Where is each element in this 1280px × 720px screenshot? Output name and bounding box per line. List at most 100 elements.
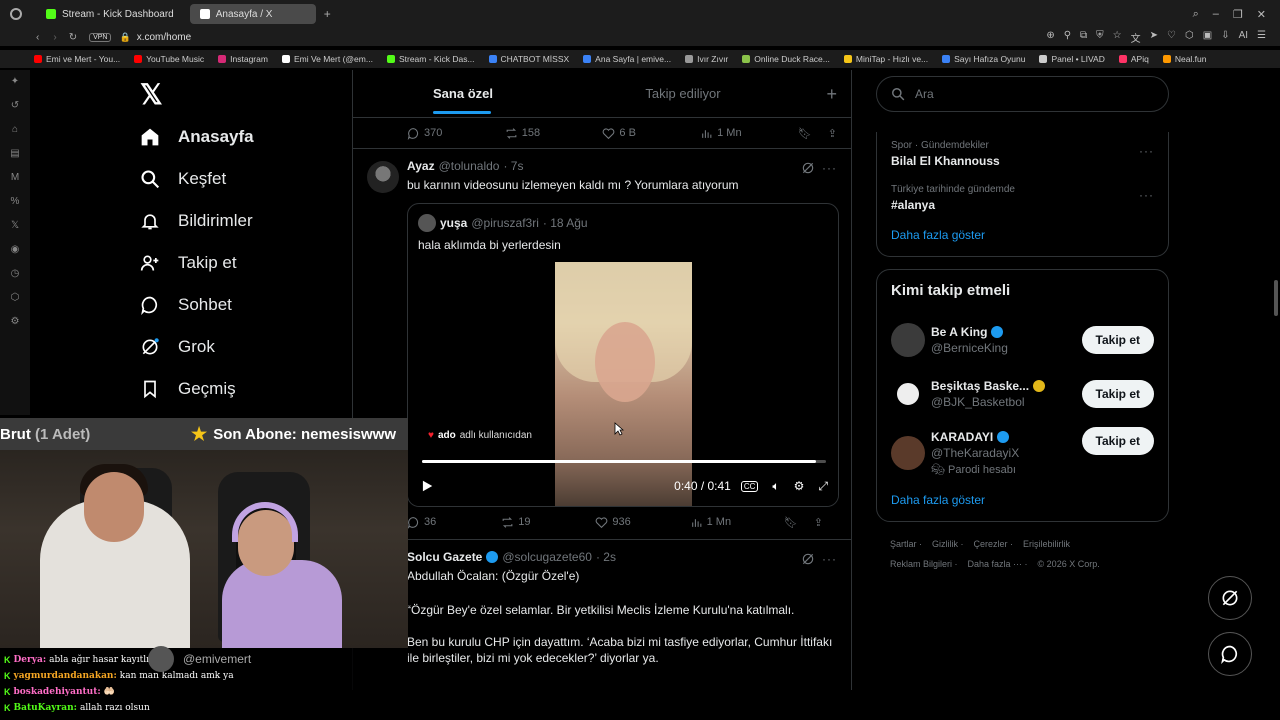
volume-icon[interactable]: 🔈︎ (772, 479, 779, 494)
translate-icon[interactable]: 文 (1131, 30, 1141, 45)
bookmark-icon[interactable]: 🔖︎ (798, 127, 812, 140)
tab-x-home[interactable]: Anasayfa / X (189, 4, 316, 24)
play-icon[interactable] (420, 479, 434, 493)
close-window-icon[interactable]: ✕ (1257, 8, 1266, 21)
bookmark-item[interactable]: MiniTap - Hızlı ve... (843, 54, 928, 64)
sidebar-x-icon[interactable]: 𝕏 (11, 220, 19, 231)
tweet-solcu-gazete[interactable]: Solcu Gazete @solcugazete60 · 2s ··· Abd… (353, 539, 851, 666)
more-icon[interactable]: ··· (822, 552, 837, 566)
tab-for-you[interactable]: Sana özel (353, 70, 573, 118)
views-button[interactable]: 1 Mn (690, 516, 784, 529)
fullscreen-icon[interactable]: ⤢ (818, 479, 828, 494)
bookmark-item[interactable]: Ana Sayfa | emive... (583, 54, 671, 64)
download-icon[interactable]: ⇩ (1221, 30, 1229, 45)
sidebar-clock-icon[interactable]: ◷ (11, 268, 20, 279)
avatar[interactable] (891, 377, 925, 411)
show-more-link[interactable]: Daha fazla göster (891, 220, 1154, 256)
nav-home[interactable]: Anasayfa (140, 116, 254, 158)
profile-icon[interactable]: ▣ (1203, 30, 1212, 45)
follow-button[interactable]: Takip et (1081, 326, 1154, 354)
bookmark-item[interactable]: Instagram (218, 54, 268, 64)
follow-suggestion[interactable]: Beşiktaş Baske... @BJK_Basketbol Takip e… (891, 367, 1154, 421)
show-more-link[interactable]: Daha fazla göster (891, 485, 1154, 521)
grok-icon[interactable] (801, 161, 815, 175)
reply-button[interactable]: 36 (407, 516, 501, 529)
nav-explore[interactable]: Keşfet (140, 158, 254, 200)
search-input[interactable]: Ara (876, 76, 1169, 112)
bookmark-star-icon[interactable]: ☆ (1113, 30, 1122, 45)
heart-icon[interactable]: ♡ (1167, 30, 1176, 45)
bookmark-icon[interactable]: 🔖︎ (784, 516, 798, 529)
bookmark-item[interactable]: CHATBOT MİSSX (488, 54, 569, 64)
x-logo-icon[interactable]: 𝕏 (140, 78, 254, 116)
browser-logo-icon[interactable] (10, 8, 22, 20)
bookmark-item[interactable]: Emi ve Mert - You... (34, 54, 120, 64)
footer-link[interactable]: Gizlilik · (932, 539, 964, 549)
footer-link[interactable]: Şartlar · (890, 539, 922, 549)
reply-button[interactable]: 370 (407, 127, 505, 140)
bookmark-item[interactable]: Online Duck Race... (742, 54, 830, 64)
follow-button[interactable]: Takip et (1081, 427, 1154, 455)
nav-grok[interactable]: Grok (140, 326, 254, 368)
tweet-ayaz[interactable]: Ayaz @tolunaldo · 7s ··· bu karının vide… (353, 148, 851, 539)
settings-icon[interactable]: ⚙ (794, 479, 805, 493)
quoted-tweet[interactable]: yuşa @piruszaf3ri · 18 Ağu hala aklımda … (407, 203, 839, 507)
sidebar-settings-icon[interactable]: ⚙ (11, 316, 20, 327)
menu-icon[interactable]: ☰ (1257, 30, 1266, 45)
nav-notifications[interactable]: Bildirimler (140, 200, 254, 242)
author-handle[interactable]: @solcugazete60 (502, 550, 592, 564)
send-icon[interactable]: ➤ (1150, 30, 1158, 45)
follow-suggestion[interactable]: KARADAYI @TheKaradayiX 🎭︎ Parodi hesabı … (891, 421, 1154, 485)
trend-item[interactable]: Türkiye tarihinde gündemde #alanya ··· (891, 176, 1154, 220)
sidebar-mail-icon[interactable]: M (11, 172, 19, 183)
avatar[interactable] (367, 161, 399, 193)
extensions-icon[interactable]: ⬡ (1185, 30, 1194, 45)
footer-link[interactable]: © 2026 X Corp. (1038, 559, 1100, 569)
bookmark-item[interactable]: Stream - Kick Das... (386, 54, 475, 64)
footer-link[interactable]: Reklam Bilgileri · (890, 559, 958, 569)
nav-follow[interactable]: Takip et (140, 242, 254, 284)
messages-fab[interactable] (1208, 632, 1252, 676)
author-name[interactable]: Ayaz (407, 159, 435, 173)
tab-following[interactable]: Takip ediliyor (573, 70, 793, 118)
sidebar-percent-icon[interactable]: % (11, 196, 20, 207)
add-tab-icon[interactable]: + (826, 84, 837, 105)
bookmark-item[interactable]: Sayı Hafıza Oyunu (942, 54, 1025, 64)
share-icon[interactable]: ⇪ (814, 516, 823, 529)
follow-suggestion[interactable]: Be A King @BerniceKing Takip et (891, 313, 1154, 367)
footer-link[interactable]: Erişilebilirlik (1023, 539, 1070, 549)
share-icon[interactable]: ⇪ (828, 127, 837, 140)
footer-link[interactable]: Çerezler · (974, 539, 1014, 549)
forward-icon[interactable]: › (53, 32, 56, 43)
search-tabs-icon[interactable]: ⌕ (1193, 8, 1199, 21)
tweet-time[interactable]: · 7s (503, 159, 523, 173)
like-button[interactable]: 936 (595, 516, 689, 529)
follow-button[interactable]: Takip et (1081, 380, 1154, 408)
zoom-icon[interactable]: ⊕ (1046, 30, 1054, 45)
capture-icon[interactable]: ⧉ (1080, 30, 1087, 45)
trend-item[interactable]: Spor · Gündemdekiler Bilal El Khannouss … (891, 132, 1154, 176)
more-icon[interactable]: ··· (1139, 144, 1154, 158)
repost-button[interactable]: 158 (505, 127, 603, 140)
like-button[interactable]: 6 B (602, 127, 700, 140)
bookmark-item[interactable]: Emi Ve Mert (@em... (281, 54, 373, 64)
repost-button[interactable]: 19 (501, 516, 595, 529)
sidebar-history-icon[interactable]: ↺ (11, 100, 19, 111)
bookmark-item[interactable]: Ivır Zıvır (685, 54, 728, 64)
bookmark-item[interactable]: Panel • LIVAD (1039, 54, 1105, 64)
nav-bookmarks[interactable]: Geçmiş (140, 368, 254, 410)
vpn-badge[interactable]: VPN (89, 32, 112, 42)
grok-icon[interactable] (801, 552, 815, 566)
sidebar-wallet-icon[interactable]: ▤ (10, 148, 19, 159)
author-handle[interactable]: @tolunaldo (439, 159, 500, 173)
views-button[interactable]: 1 Mn (700, 127, 798, 140)
sidebar-player-icon[interactable]: ◉ (11, 244, 20, 255)
video-progress-bar[interactable] (422, 460, 826, 463)
reload-icon[interactable]: ↻ (69, 32, 77, 43)
minimize-icon[interactable]: – (1213, 8, 1219, 21)
more-icon[interactable]: ··· (1139, 188, 1154, 202)
more-icon[interactable]: ··· (822, 161, 837, 175)
author-name[interactable]: Solcu Gazete (407, 550, 482, 564)
sidebar-ai-icon[interactable]: ✦ (11, 76, 19, 87)
tweet-time[interactable]: · 2s (596, 550, 616, 564)
